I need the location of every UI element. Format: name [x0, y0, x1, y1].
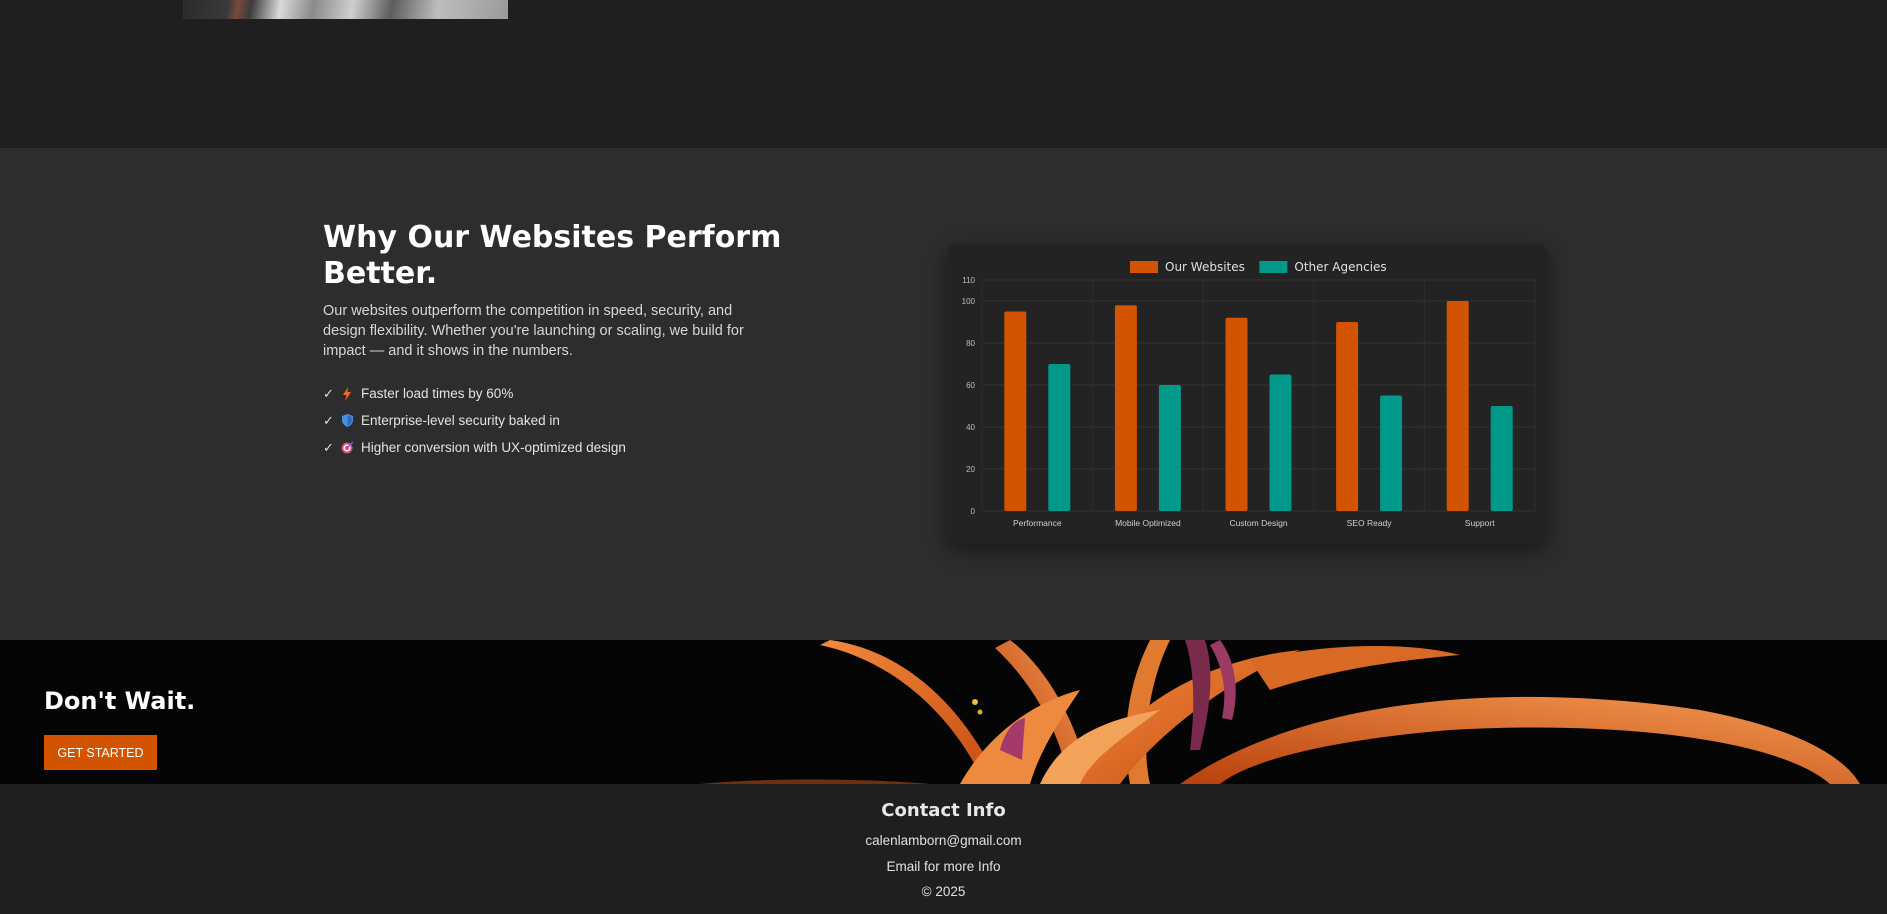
portfolio-image	[183, 0, 508, 19]
feature-text: Higher conversion with UX-optimized desi…	[361, 440, 626, 455]
legend-swatch	[1130, 261, 1158, 273]
feature-item: ✓ Higher conversion with UX-optimized de…	[323, 434, 626, 461]
bar	[1158, 385, 1181, 511]
bar	[1336, 322, 1359, 511]
check-icon: ✓	[323, 412, 334, 428]
bar	[1004, 311, 1027, 511]
contact-heading: Contact Info	[881, 800, 1006, 821]
bar	[1114, 305, 1137, 511]
why-section: Why Our Websites Perform Better. Our web…	[0, 148, 1887, 640]
bar	[1048, 364, 1071, 511]
check-icon: ✓	[323, 385, 334, 401]
copyright: © 2025	[921, 884, 966, 899]
y-tick-label: 0	[971, 507, 976, 516]
x-tick-label: SEO Ready	[1347, 518, 1393, 528]
bar	[1446, 301, 1469, 511]
get-started-button[interactable]: GET STARTED	[44, 735, 157, 770]
feature-text: Faster load times by 60%	[361, 386, 514, 401]
bar	[1225, 317, 1248, 511]
y-tick-label: 20	[966, 465, 975, 474]
bar	[1380, 395, 1403, 511]
x-tick-label: Mobile Optimized	[1115, 518, 1181, 528]
y-tick-label: 40	[966, 423, 975, 432]
feature-list: ✓ Faster load times by 60% ✓ Enterprise-…	[323, 380, 626, 461]
feature-item: ✓ Enterprise-level security baked in	[323, 407, 626, 434]
x-tick-label: Performance	[1013, 518, 1062, 528]
why-description: Our websites outperform the competition …	[323, 303, 744, 359]
flower-image	[0, 640, 1887, 784]
legend-label: Other Agencies	[1294, 260, 1386, 274]
legend-label: Our Websites	[1165, 260, 1245, 274]
lightning-icon	[339, 386, 355, 401]
check-icon: ✓	[323, 439, 334, 455]
shield-icon	[339, 414, 355, 428]
comparison-chart: 0 20 40 60 80 100 110 Performance Mobile Optimiz…	[962, 260, 1536, 528]
chart-card: 0 20 40 60 80 100 110 Performance Mobile Optimiz…	[947, 244, 1547, 544]
x-tick-label: Custom Design	[1229, 518, 1287, 528]
contact-email-link[interactable]: calenlamborn@gmail.com	[0, 833, 1887, 848]
legend-swatch	[1259, 261, 1288, 273]
bar	[1490, 406, 1513, 511]
target-icon	[339, 441, 355, 455]
why-heading: Why Our Websites Perform Better.	[323, 220, 782, 291]
bar	[1269, 374, 1292, 511]
cta-section: Don't Wait. GET STARTED	[0, 640, 1887, 784]
x-tick-label: Support	[1465, 518, 1495, 528]
cta-heading: Don't Wait.	[44, 687, 196, 715]
y-tick-label: 100	[962, 297, 976, 306]
feature-item: ✓ Faster load times by 60%	[323, 380, 626, 407]
y-tick-label: 60	[966, 381, 975, 390]
top-section	[0, 0, 1887, 148]
feature-text: Enterprise-level security baked in	[361, 413, 560, 428]
footer: Contact Info calenlamborn@gmail.com Emai…	[0, 784, 1887, 914]
contact-note: Email for more Info	[886, 859, 1001, 874]
y-tick-label: 80	[966, 339, 975, 348]
y-tick-label: 110	[962, 276, 975, 285]
